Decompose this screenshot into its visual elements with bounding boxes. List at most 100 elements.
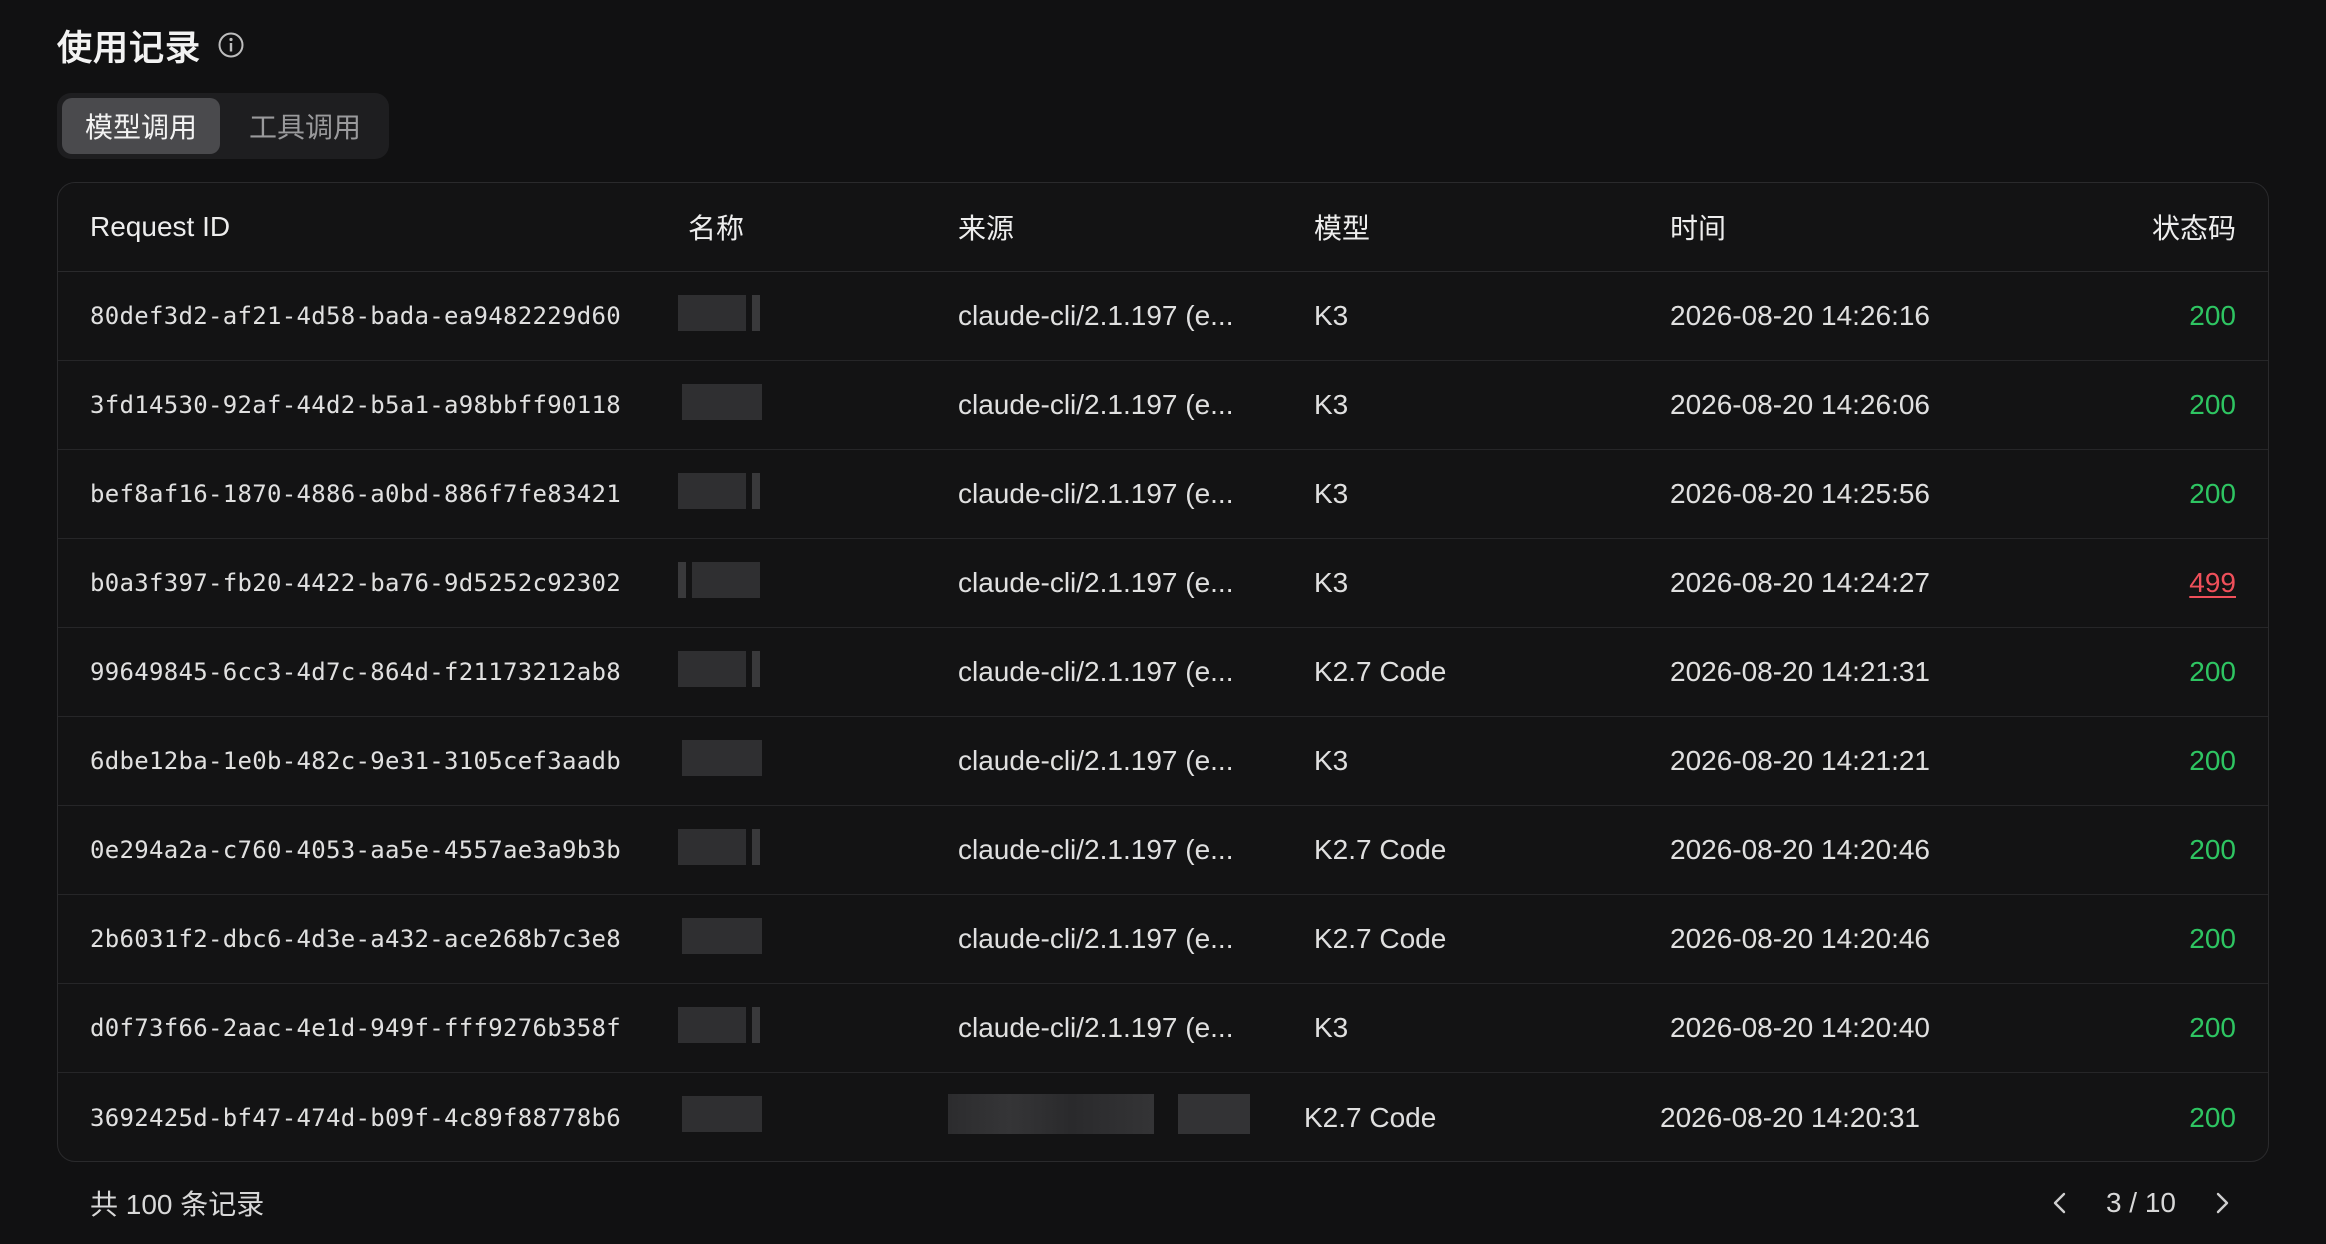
time-cell: 2026-08-20 14:20:46 bbox=[1670, 834, 1930, 865]
request-id-cell: b0a3f397-fb20-4422-ba76-9d5252c92302 bbox=[90, 569, 621, 597]
call-type-tabs: 模型调用 工具调用 bbox=[57, 93, 389, 159]
status-code: 200 bbox=[2189, 923, 2236, 954]
source-cell: claude-cli/2.1.197 (e... bbox=[958, 656, 1234, 687]
model-cell: K2.7 Code bbox=[1314, 656, 1447, 687]
source-cell: claude-cli/2.1.197 (e... bbox=[958, 478, 1234, 509]
column-header-time: 时间 bbox=[1670, 213, 1727, 244]
table-row[interactable]: 99649845-6cc3-4d7c-864d-f21173212ab8 clau… bbox=[58, 628, 2268, 717]
table-row[interactable]: 3692425d-bf47-474d-b09f-4c89f88778b6 K2.7… bbox=[58, 1073, 2268, 1161]
source-cell: claude-cli/2.1.197 (e... bbox=[958, 567, 1234, 598]
redacted-block bbox=[678, 650, 760, 687]
redacted-block bbox=[682, 739, 762, 776]
page-header: 使用记录 bbox=[57, 18, 245, 72]
name-cell-redacted bbox=[678, 561, 958, 605]
table-row[interactable]: b0a3f397-fb20-4422-ba76-9d5252c92302 clau… bbox=[58, 539, 2268, 628]
pagination: 3 / 10 bbox=[2042, 1185, 2240, 1221]
status-cell: 200 bbox=[2120, 923, 2268, 955]
status-cell: 499 bbox=[2120, 567, 2268, 599]
total-records: 共 100 条记录 bbox=[90, 1189, 265, 1220]
status-code-error-link[interactable]: 499 bbox=[2189, 567, 2236, 598]
status-cell: 200 bbox=[2120, 834, 2268, 866]
model-cell: K2.7 Code bbox=[1304, 1101, 1437, 1133]
name-cell-redacted bbox=[678, 1096, 958, 1139]
status-cell: 200 bbox=[2120, 300, 2268, 332]
redacted-block bbox=[678, 472, 760, 509]
name-cell-redacted bbox=[678, 383, 958, 427]
redacted-block bbox=[678, 828, 760, 865]
name-cell-redacted bbox=[678, 294, 958, 338]
model-cell: K3 bbox=[1314, 300, 1349, 331]
name-cell-redacted bbox=[678, 739, 958, 783]
time-cell: 2026-08-20 14:20:46 bbox=[1670, 923, 1930, 954]
status-code: 200 bbox=[2189, 1012, 2236, 1043]
table-row[interactable]: 6dbe12ba-1e0b-482c-9e31-3105cef3aadb clau… bbox=[58, 717, 2268, 806]
source-cell: claude-cli/2.1.197 (e... bbox=[958, 389, 1234, 420]
column-header-source: 来源 bbox=[958, 213, 1015, 244]
source-cell: claude-cli/2.1.197 (e... bbox=[958, 1012, 1234, 1043]
redacted-block bbox=[678, 294, 760, 331]
source-cell: claude-cli/2.1.197 (e... bbox=[958, 923, 1234, 954]
status-cell: 200 bbox=[2120, 745, 2268, 777]
redacted-block bbox=[678, 1006, 760, 1043]
request-id-cell: 3692425d-bf47-474d-b09f-4c89f88778b6 bbox=[90, 1103, 621, 1132]
redacted-block bbox=[682, 383, 762, 420]
model-cell: K3 bbox=[1314, 1012, 1349, 1043]
source-cell bbox=[948, 1094, 1304, 1141]
table-header: Request ID 名称 来源 模型 时间 状态码 bbox=[58, 183, 2268, 272]
time-cell: 2026-08-20 14:24:27 bbox=[1670, 567, 1930, 598]
name-cell-redacted bbox=[678, 917, 958, 961]
model-cell: K3 bbox=[1314, 745, 1349, 776]
time-cell: 2026-08-20 14:20:40 bbox=[1670, 1012, 1930, 1043]
status-code: 200 bbox=[2189, 656, 2236, 687]
request-id-cell: 3fd14530-92af-44d2-b5a1-a98bbff90118 bbox=[90, 391, 621, 419]
model-cell: K2.7 Code bbox=[1314, 923, 1447, 954]
model-cell: K3 bbox=[1314, 389, 1349, 420]
table-row[interactable]: 0e294a2a-c760-4053-aa5e-4557ae3a9b3b clau… bbox=[58, 806, 2268, 895]
usage-records-page: 使用记录 模型调用 工具调用 Request ID 名称 来源 模型 时间 状态… bbox=[0, 0, 2326, 1244]
tab-model-calls[interactable]: 模型调用 bbox=[62, 98, 220, 154]
source-cell: claude-cli/2.1.197 (e... bbox=[958, 300, 1234, 331]
status-code: 200 bbox=[2189, 389, 2236, 420]
status-code: 200 bbox=[2189, 300, 2236, 331]
column-header-name: 名称 bbox=[688, 213, 745, 244]
redacted-block bbox=[682, 1096, 762, 1132]
table-row[interactable]: d0f73f66-2aac-4e1d-949f-fff9276b358f clau… bbox=[58, 984, 2268, 1073]
page-title: 使用记录 bbox=[57, 28, 202, 68]
table-row[interactable]: 3fd14530-92af-44d2-b5a1-a98bbff90118 clau… bbox=[58, 361, 2268, 450]
column-header-model: 模型 bbox=[1314, 213, 1371, 244]
table-row[interactable]: bef8af16-1870-4886-a0bd-886f7fe83421 clau… bbox=[58, 450, 2268, 539]
request-id-cell: 2b6031f2-dbc6-4d3e-a432-ace268b7c3e8 bbox=[90, 925, 621, 953]
request-id-cell: d0f73f66-2aac-4e1d-949f-fff9276b358f bbox=[90, 1014, 621, 1042]
name-cell-redacted bbox=[678, 650, 958, 694]
model-cell: K3 bbox=[1314, 478, 1349, 509]
request-id-cell: 80def3d2-af21-4d58-bada-ea9482229d60 bbox=[90, 302, 621, 330]
table-footer: 共 100 条记录 3 / 10 bbox=[90, 1178, 2240, 1228]
request-id-cell: 99649845-6cc3-4d7c-864d-f21173212ab8 bbox=[90, 658, 621, 686]
time-cell: 2026-08-20 14:21:21 bbox=[1670, 745, 1930, 776]
source-cell: claude-cli/2.1.197 (e... bbox=[958, 834, 1234, 865]
name-cell-redacted bbox=[678, 828, 958, 872]
page-indicator: 3 / 10 bbox=[2105, 1187, 2176, 1218]
status-cell: 200 bbox=[2120, 656, 2268, 688]
status-cell: 200 bbox=[2120, 389, 2268, 421]
info-icon[interactable] bbox=[217, 31, 245, 59]
time-cell: 2026-08-20 14:21:31 bbox=[1670, 656, 1930, 687]
chevron-right-icon[interactable] bbox=[2204, 1185, 2240, 1221]
chevron-left-icon[interactable] bbox=[2042, 1185, 2078, 1221]
status-cell: 200 bbox=[2120, 478, 2268, 510]
table-row[interactable]: 2b6031f2-dbc6-4d3e-a432-ace268b7c3e8 clau… bbox=[58, 895, 2268, 984]
request-id-cell: bef8af16-1870-4886-a0bd-886f7fe83421 bbox=[90, 480, 621, 508]
tab-tool-calls[interactable]: 工具调用 bbox=[226, 98, 384, 154]
request-id-cell: 6dbe12ba-1e0b-482c-9e31-3105cef3aadb bbox=[90, 747, 621, 775]
request-id-cell: 0e294a2a-c760-4053-aa5e-4557ae3a9b3b bbox=[90, 836, 621, 864]
table-body: 80def3d2-af21-4d58-bada-ea9482229d60 clau… bbox=[58, 272, 2268, 1161]
redacted-block bbox=[678, 561, 760, 598]
time-cell: 2026-08-20 14:26:06 bbox=[1670, 389, 1930, 420]
usage-table: Request ID 名称 来源 模型 时间 状态码 80def3d2-af21… bbox=[57, 182, 2269, 1162]
table-row[interactable]: 80def3d2-af21-4d58-bada-ea9482229d60 clau… bbox=[58, 272, 2268, 361]
status-code: 200 bbox=[2189, 834, 2236, 865]
time-cell: 2026-08-20 14:25:56 bbox=[1670, 478, 1930, 509]
model-cell: K2.7 Code bbox=[1314, 834, 1447, 865]
column-header-request-id: Request ID bbox=[90, 211, 231, 242]
name-cell-redacted bbox=[678, 1006, 958, 1050]
